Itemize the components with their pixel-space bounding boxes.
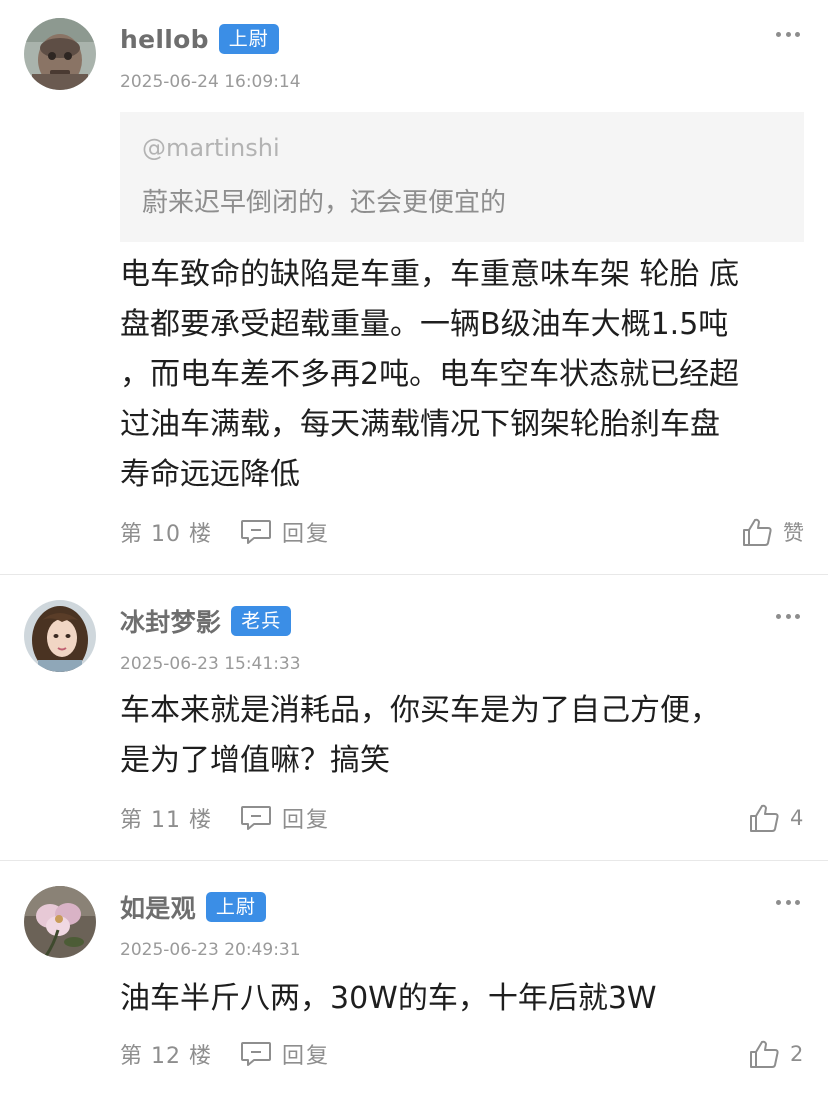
quoted-text: 蔚来迟早倒闭的，还会更便宜的 (142, 188, 507, 218)
reply-button[interactable]: 回复 (240, 1038, 330, 1070)
more-dots-icon[interactable] (776, 30, 800, 38)
avatar[interactable] (24, 600, 96, 672)
comment-actions: 第 10 楼 回复 (120, 512, 330, 552)
like-count: 2 (790, 1042, 804, 1066)
like-button[interactable]: 赞 (741, 512, 804, 552)
comment-line: 盘都要承受超载重量。一辆B级油车大概1.5吨 (120, 307, 729, 342)
like-button[interactable]: 2 (748, 1034, 804, 1074)
like-button[interactable]: 4 (748, 798, 804, 838)
comment-text: 油车半斤八两，30W的车，十年后就3W (120, 974, 800, 1024)
comment-bubble-icon (240, 1042, 271, 1066)
divider (0, 574, 828, 575)
comment-line: 油车半斤八两，30W的车，十年后就3W (120, 981, 657, 1016)
timestamp: 2025-06-23 20:49:31 (120, 940, 301, 960)
comment-line: 寿命远远降低 (120, 457, 300, 492)
reply-label: 回复 (281, 522, 330, 547)
reply-label: 回复 (281, 808, 330, 833)
comment-bubble-icon (240, 806, 271, 830)
comment-line: 车本来就是消耗品，你买车是为了自己方便， (120, 693, 720, 728)
reply-button[interactable]: 回复 (240, 802, 330, 834)
rank-badge: 上尉 (218, 24, 279, 54)
more-dots-icon[interactable] (776, 898, 800, 906)
avatar[interactable] (24, 886, 96, 958)
like-count: 4 (790, 806, 804, 830)
user-info: hellob 上尉 (120, 22, 279, 56)
comment-card: hellob 上尉 2025-06-24 16:09:14 @martinshi… (0, 0, 828, 574)
comment-actions: 第 12 楼 回复 (120, 1034, 330, 1074)
rank-badge: 上尉 (205, 892, 266, 922)
rank-badge: 老兵 (231, 606, 292, 636)
reply-label: 回复 (281, 1044, 330, 1069)
comment-card: 如是观 上尉 2025-06-23 20:49:31 油车半斤八两，30W的车，… (0, 868, 828, 1095)
more-dots-icon[interactable] (776, 612, 800, 620)
floor-number: 第 11 楼 (120, 808, 212, 833)
like-count: 赞 (783, 521, 804, 545)
quoted-username: @martinshi (142, 134, 280, 162)
user-info: 冰封梦影 老兵 (120, 603, 292, 639)
floor-number: 第 10 楼 (120, 522, 212, 547)
thumbs-up-icon (743, 518, 772, 546)
username[interactable]: hellob (120, 25, 209, 54)
thumbs-up-icon (750, 804, 779, 832)
comment-card: 冰封梦影 老兵 2025-06-23 15:41:33 车本来就是消耗品，你买车… (0, 582, 828, 860)
thumbs-up-icon (750, 1040, 779, 1068)
avatar[interactable] (24, 18, 96, 90)
comment-text: 电车致命的缺陷是车重，车重意味车架 轮胎 底 盘都要承受超载重量。一辆B级油车大… (120, 250, 800, 500)
comment-line: 电车致命的缺陷是车重，车重意味车架 轮胎 底 (120, 257, 740, 292)
timestamp: 2025-06-23 15:41:33 (120, 654, 301, 674)
comment-bubble-icon (240, 520, 271, 544)
timestamp: 2025-06-24 16:09:14 (120, 72, 301, 92)
quoted-comment[interactable]: @martinshi 蔚来迟早倒闭的，还会更便宜的 (120, 112, 804, 242)
comment-line: 是为了增值嘛？搞笑 (120, 743, 390, 778)
username[interactable]: 如是观 (120, 889, 196, 925)
comment-actions: 第 11 楼 回复 (120, 798, 330, 838)
reply-button[interactable]: 回复 (240, 516, 330, 548)
comment-text: 车本来就是消耗品，你买车是为了自己方便， 是为了增值嘛？搞笑 (120, 686, 800, 786)
comment-line: 过油车满载，每天满载情况下钢架轮胎刹车盘 (120, 407, 720, 442)
user-info: 如是观 上尉 (120, 890, 266, 924)
comment-line: ，而电车差不多再2吨。电车空车状态就已经超 (120, 357, 740, 392)
username[interactable]: 冰封梦影 (120, 603, 221, 639)
floor-number: 第 12 楼 (120, 1044, 212, 1069)
divider (0, 860, 828, 861)
